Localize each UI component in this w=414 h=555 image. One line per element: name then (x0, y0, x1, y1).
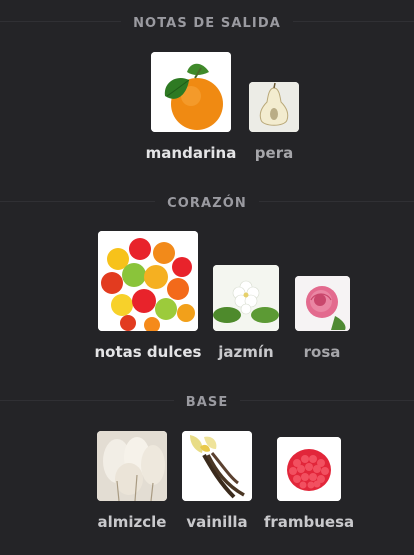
gummy-candies-icon (98, 231, 198, 331)
section-title-text: NOTAS DE SALIDA (121, 15, 293, 33)
note-label: almizcle (97, 513, 167, 531)
note-label: notas dulces (94, 343, 202, 361)
musk-icon (97, 431, 167, 501)
section-title-heart-notes: CORAZÓN (0, 192, 414, 213)
note-label: pera (254, 144, 294, 162)
pear-icon (249, 82, 299, 132)
note-label: jazmín (218, 343, 274, 361)
vanilla-icon (182, 431, 252, 501)
note-label: vainilla (186, 513, 248, 531)
mandarin-icon (151, 52, 231, 132)
section-title-text: BASE (173, 394, 241, 412)
section-title-text: CORAZÓN (155, 195, 259, 213)
section-title-top-notes: NOTAS DE SALIDA (0, 12, 414, 33)
raspberry-icon (277, 437, 341, 501)
rose-icon (295, 276, 350, 331)
section-title-base-notes: BASE (0, 391, 414, 412)
fragrance-notes-pyramid: NOTAS DE SALIDA mandarina pera CORAZÓN n… (0, 0, 414, 555)
note-label: frambuesa (263, 513, 355, 531)
note-label: rosa (303, 343, 341, 361)
jasmine-icon (213, 265, 279, 331)
note-label: mandarina (145, 144, 237, 162)
